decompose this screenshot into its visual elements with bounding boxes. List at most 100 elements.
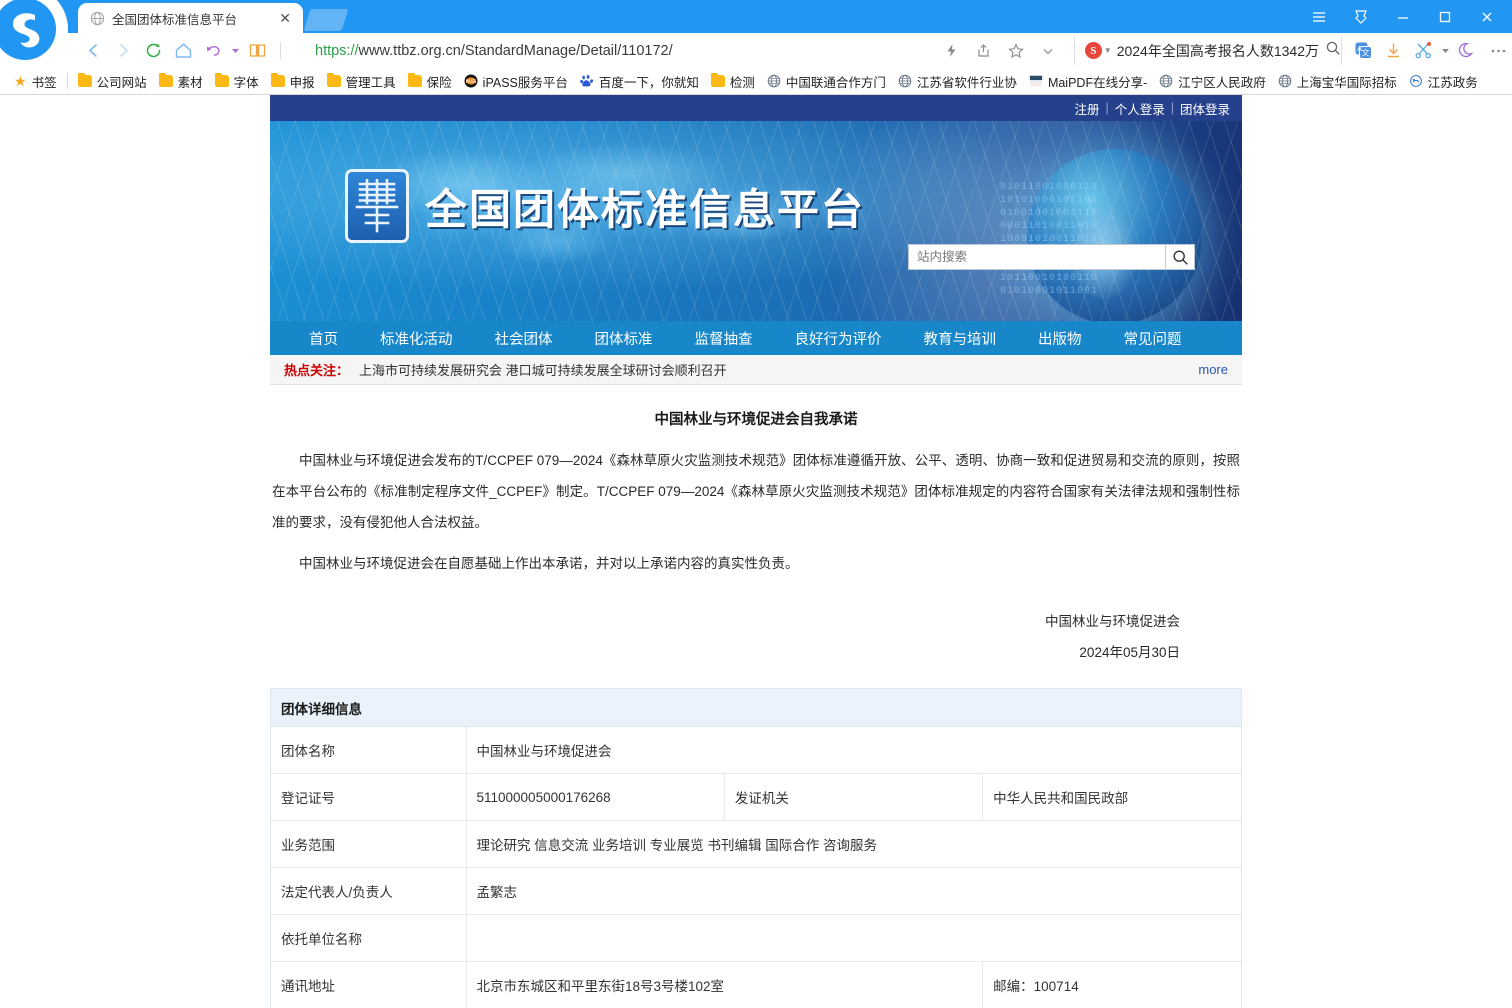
bookmark-item[interactable]: ★ 书签	[8, 70, 63, 92]
nav-item-associations[interactable]: 社会团体	[474, 328, 574, 349]
page-viewport: 注册 | 个人登录 | 团体登录 01011001000110101010001…	[0, 95, 1512, 1008]
sogou-search-engine-icon[interactable]: S	[1085, 42, 1102, 59]
forward-icon[interactable]	[108, 37, 138, 65]
registration-number-value: 511000005000176268	[466, 774, 724, 821]
minimize-button[interactable]	[1382, 0, 1424, 33]
bookmark-item[interactable]: 管理工具	[321, 70, 402, 92]
address-bar-actions	[936, 37, 1064, 65]
bookmark-item[interactable]: 字体	[209, 70, 265, 92]
group-name-value: 中国林业与环境促进会	[466, 727, 1241, 774]
bookmark-item[interactable]: 百度一下，你就知	[574, 70, 705, 92]
bookmark-item[interactable]: 申报	[265, 70, 321, 92]
bookmark-item[interactable]: 江苏省软件行业协	[892, 70, 1023, 92]
bookmark-item[interactable]: 检测	[705, 70, 761, 92]
lightning-icon[interactable]	[936, 37, 968, 65]
home-icon[interactable]	[168, 37, 198, 65]
close-window-button[interactable]	[1466, 0, 1508, 33]
postal-code-value: 邮编：100714	[983, 962, 1241, 1008]
bookmark-item[interactable]: 上海宝华国际招标	[1272, 70, 1403, 92]
window-controls	[1298, 0, 1508, 33]
nav-item-education[interactable]: 教育与培训	[903, 328, 1018, 349]
share-icon[interactable]	[968, 37, 1000, 65]
reading-mode-icon[interactable]	[242, 37, 272, 65]
collect-icon[interactable]	[1340, 0, 1382, 33]
url-rest: www.ttbz.org.cn/StandardManage/Detail/11…	[359, 43, 673, 59]
browser-window: 全国团体标准信息平台 ✕	[0, 0, 1512, 1008]
legal-rep-value: 孟繁志	[466, 868, 1241, 915]
folder-icon	[408, 75, 422, 87]
history-back-icon[interactable]	[198, 37, 228, 65]
bookmark-item[interactable]: 保险	[402, 70, 458, 92]
search-engine-chevron-icon[interactable]: ▼	[1104, 46, 1112, 55]
bookmark-item[interactable]: 江苏政务	[1403, 70, 1484, 92]
new-tab-button[interactable]	[303, 9, 348, 31]
register-link[interactable]: 注册	[1074, 99, 1099, 118]
group-details-table: 团体名称 中国林业与环境促进会 登记证号 511000005000176268 …	[271, 727, 1241, 1008]
browser-menu-icon[interactable]	[1298, 0, 1340, 33]
night-mode-icon[interactable]	[1452, 37, 1482, 65]
nav-item-activities[interactable]: 标准化活动	[359, 328, 474, 349]
reload-icon[interactable]	[138, 37, 168, 65]
hot-news-link[interactable]: 上海市可持续发展研究会 港口城可持续发展全球研讨会顺利召开	[359, 360, 727, 379]
jszw-icon	[1409, 74, 1423, 88]
back-icon[interactable]	[78, 37, 108, 65]
browser-tab-active[interactable]: 全国团体标准信息平台 ✕	[78, 3, 303, 33]
folder-icon	[215, 75, 229, 87]
nav-item-good-behavior[interactable]: 良好行为评价	[774, 328, 903, 349]
bookmark-item[interactable]: 中国联通合作方门	[761, 70, 892, 92]
omnibox-chevron-down-icon[interactable]	[1032, 37, 1064, 65]
supporting-unit-value	[466, 915, 1241, 962]
bookmark-label: 保险	[427, 72, 452, 91]
address-bar[interactable]: https://www.ttbz.org.cn/StandardManage/D…	[293, 37, 1070, 65]
maximize-button[interactable]	[1424, 0, 1466, 33]
toolbar-divider	[280, 42, 281, 59]
url-scheme: https://	[315, 43, 359, 59]
bookmark-label: iPASS服务平台	[483, 72, 568, 91]
nav-item-faq[interactable]: 常见问题	[1103, 328, 1203, 349]
hot-news-more-link[interactable]: more	[1198, 362, 1228, 377]
bookmark-item[interactable]: 公司网站	[72, 70, 153, 92]
bookmark-label: 字体	[234, 72, 259, 91]
nav-item-group-standards[interactable]: 团体标准	[574, 328, 674, 349]
group-login-link[interactable]: 团体登录	[1180, 99, 1230, 118]
bookmark-label: 江苏政务	[1428, 72, 1478, 91]
history-dropdown-icon[interactable]	[228, 37, 242, 65]
nav-item-home[interactable]: 首页	[288, 328, 359, 349]
omnibox-search-field[interactable]: S ▼ 2024年全国高考报名人数1342万	[1074, 37, 1341, 65]
bookmarks-bar: ★ 书签 公司网站 素材 字体 申报 管理工具 保险	[0, 68, 1512, 95]
screenshot-scissors-icon[interactable]	[1408, 37, 1438, 65]
svg-text:文: 文	[1361, 48, 1369, 58]
table-row: 团体名称 中国林业与环境促进会	[271, 727, 1241, 774]
bookmark-item[interactable]: 江宁区人民政府	[1153, 70, 1272, 92]
nav-item-supervision[interactable]: 监督抽查	[674, 328, 774, 349]
maipdf-icon	[1029, 74, 1043, 88]
site-search-input[interactable]	[908, 244, 1165, 270]
issuing-authority-value: 中华人民共和国民政部	[983, 774, 1241, 821]
tab-close-icon[interactable]: ✕	[275, 11, 295, 25]
translate-icon[interactable]: 文 A	[1348, 37, 1378, 65]
more-options-icon[interactable]	[1482, 37, 1512, 65]
search-icon	[1172, 249, 1189, 266]
search-submit-icon[interactable]	[1325, 40, 1341, 61]
signature-block: 中国林业与环境促进会 2024年05月30日	[270, 606, 1242, 668]
nav-item-publications[interactable]: 出版物	[1017, 328, 1103, 349]
bookmark-item[interactable]: 素材	[153, 70, 209, 92]
browser-extension-toolbar: 文 A	[1341, 37, 1512, 65]
bookmark-label: 上海宝华国际招标	[1297, 72, 1397, 91]
legal-rep-key: 法定代表人/负责人	[271, 868, 466, 915]
site-main-navigation: 首页 标准化活动 社会团体 团体标准 监督抽查 良好行为评价 教育与培训 出版物…	[270, 321, 1242, 355]
group-details-section: 团体详细信息 团体名称 中国林业与环境促进会 登记证号 511000005000…	[270, 688, 1242, 1008]
globe-icon	[767, 74, 781, 88]
site-search-button[interactable]	[1165, 244, 1195, 270]
bookmark-item[interactable]: PASS iPASS服务平台	[458, 70, 574, 92]
folder-icon	[711, 75, 725, 87]
screenshot-dropdown-icon[interactable]	[1438, 37, 1452, 65]
bookmark-item[interactable]: MaiPDF在线分享-	[1023, 70, 1153, 92]
download-icon[interactable]	[1378, 37, 1408, 65]
site-search-box[interactable]	[908, 244, 1195, 270]
issuing-authority-key: 发证机关	[724, 774, 982, 821]
personal-login-link[interactable]: 个人登录	[1115, 99, 1165, 118]
address-value: 北京市东城区和平里东街18号3号楼102室	[466, 962, 983, 1008]
bookmark-star-icon[interactable]	[1000, 37, 1032, 65]
bookmark-label: 管理工具	[346, 72, 396, 91]
